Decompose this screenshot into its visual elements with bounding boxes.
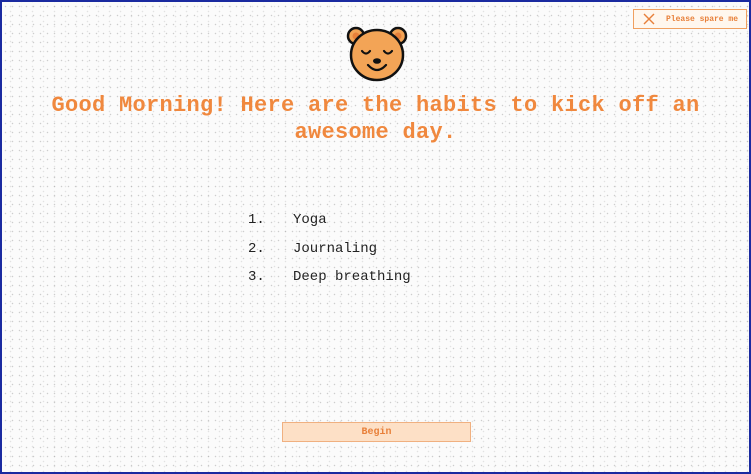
list-item: 2. Journaling <box>248 235 411 264</box>
dismiss-button-label: Please spare me <box>666 14 739 24</box>
list-item-number: 3. <box>248 269 265 286</box>
list-item-label: Deep breathing <box>293 269 411 286</box>
bear-face-icon <box>346 26 408 82</box>
dismiss-button[interactable]: Please spare me <box>633 9 747 29</box>
page-title: Good Morning! Here are the habits to kic… <box>51 93 700 145</box>
habit-list: 1. Yoga 2. Journaling 3. Deep breathing <box>248 206 411 292</box>
list-item: 3. Deep breathing <box>248 263 411 292</box>
list-item-number: 2. <box>248 240 265 257</box>
begin-button[interactable]: Begin <box>282 422 471 442</box>
list-item-label: Yoga <box>293 212 327 229</box>
list-item-number: 1. <box>248 212 265 229</box>
list-item-label: Journaling <box>293 240 378 257</box>
close-icon <box>643 13 655 25</box>
app-window: Please spare me Good Morning! Here are t… <box>0 0 751 474</box>
list-item: 1. Yoga <box>248 206 411 235</box>
